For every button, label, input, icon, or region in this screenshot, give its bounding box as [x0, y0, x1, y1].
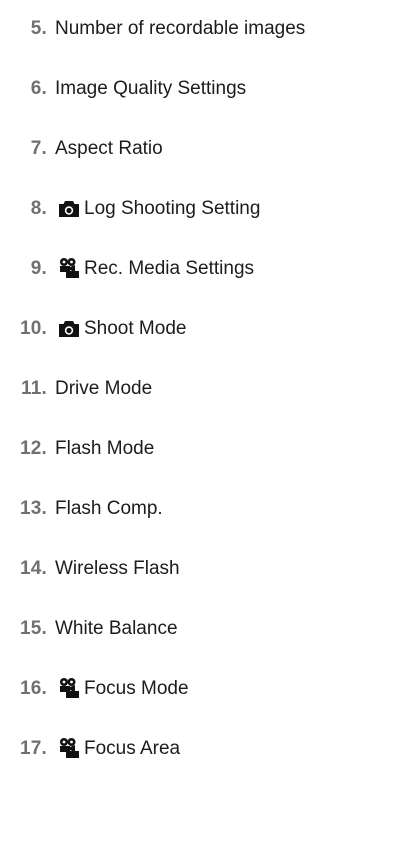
item-number: 12.: [19, 438, 47, 459]
item-label: Image Quality Settings: [55, 78, 247, 99]
list-item-16: 16. Focus Mode: [0, 674, 189, 704]
item-label: Flash Comp.: [55, 498, 163, 519]
list-item-7: 7. Aspect Ratio: [0, 134, 163, 164]
camera-icon: [58, 317, 80, 339]
list-item-9: 9. Rec. Media Settings: [0, 254, 254, 284]
item-number: 17.: [19, 738, 47, 759]
item-number: 6.: [30, 78, 47, 99]
list-item-5: 5. Number of recordable images: [0, 14, 306, 44]
item-label: Shoot Mode: [84, 318, 187, 339]
list-item-15: 15. White Balance: [0, 614, 178, 644]
item-number: 16.: [19, 678, 47, 699]
camera-video-icon: [58, 737, 80, 759]
item-number: 9.: [30, 258, 47, 279]
item-label: Focus Mode: [84, 678, 189, 699]
list-item-6: 6. Image Quality Settings: [0, 74, 246, 104]
list-item-14: 14. Wireless Flash: [0, 554, 180, 584]
item-label: Flash Mode: [55, 438, 155, 459]
list-item-11: 11. Drive Mode: [0, 374, 152, 404]
item-label: Aspect Ratio: [55, 138, 163, 159]
list-item-17: 17. Focus Area: [0, 734, 180, 764]
item-number: 14.: [19, 558, 47, 579]
camera-video-icon: [58, 677, 80, 699]
list-item-12: 12. Flash Mode: [0, 434, 154, 464]
item-label: Focus Area: [84, 738, 181, 759]
list-item-10: 10. Shoot Mode: [0, 314, 186, 344]
item-label: White Balance: [55, 618, 178, 639]
item-label: Wireless Flash: [55, 558, 180, 579]
item-number: 8.: [30, 198, 47, 219]
list-item-8: 8. Log Shooting Setting: [0, 194, 261, 224]
item-number: 10.: [19, 318, 47, 339]
item-number: 15.: [19, 618, 47, 639]
item-label: Number of recordable images: [55, 18, 306, 39]
item-label: Drive Mode: [55, 378, 153, 399]
camera-icon: [58, 197, 80, 219]
item-number: 11.: [21, 378, 47, 399]
item-label: Rec. Media Settings: [84, 258, 255, 279]
camera-video-icon: [58, 257, 80, 279]
list-item-13: 13. Flash Comp.: [0, 494, 163, 524]
item-number: 5.: [30, 18, 47, 39]
item-label: Log Shooting Setting: [84, 198, 261, 219]
item-number: 7.: [30, 138, 47, 159]
item-number: 13.: [19, 498, 47, 519]
